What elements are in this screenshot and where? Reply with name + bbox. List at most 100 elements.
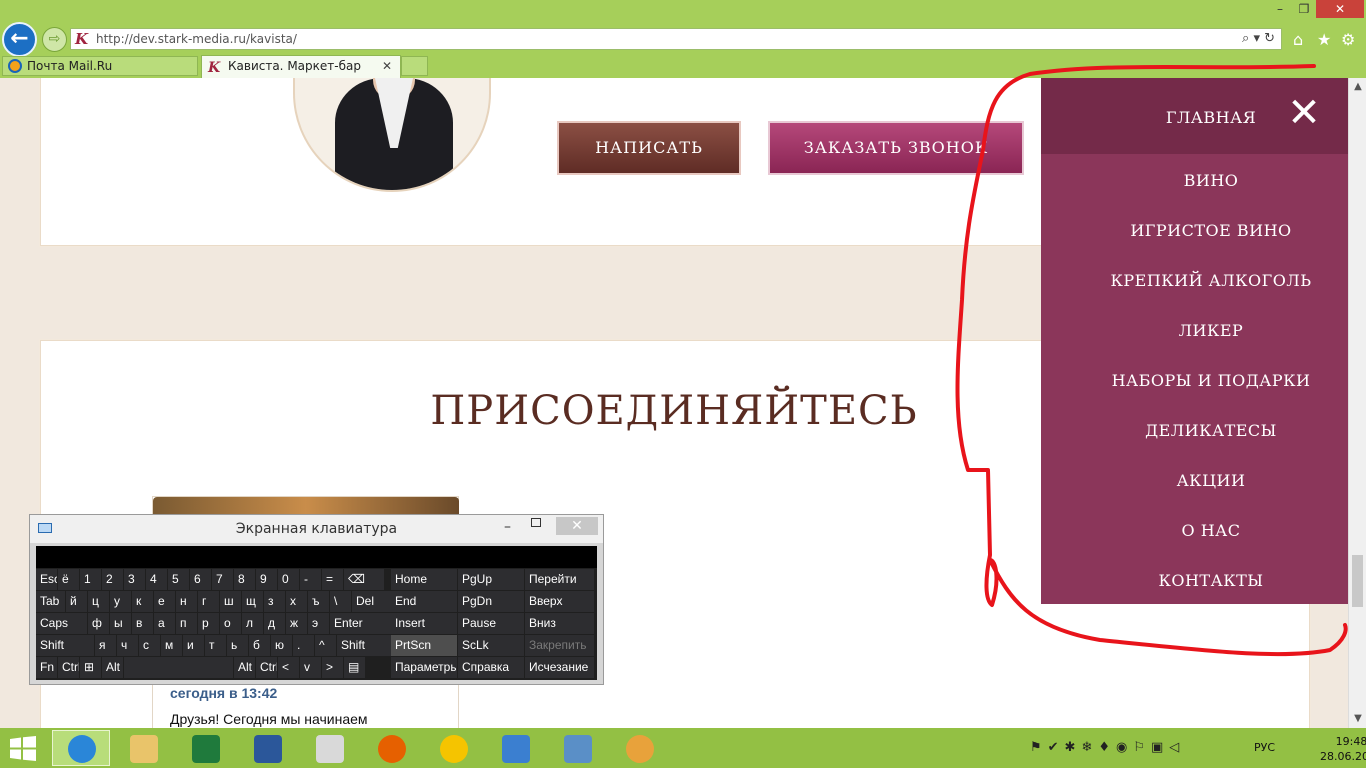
osk-key[interactable] [124,657,233,678]
osk-key[interactable]: Справка [458,657,524,678]
url-text[interactable]: http://dev.stark-media.ru/kavista/ [96,32,297,46]
osk-key[interactable]: ж [286,613,307,634]
osk-key[interactable]: Enter [330,613,400,634]
osk-key[interactable]: ScLk [458,635,524,656]
firefox-icon[interactable] [362,730,420,766]
remote-desktop-icon[interactable] [548,730,606,766]
forward-arrow-icon[interactable]: ⇨ [42,27,67,52]
osk-key[interactable]: с [139,635,160,656]
menu-item-about[interactable]: О НАС [1041,521,1366,540]
calculator-icon[interactable] [300,730,358,766]
osk-key[interactable]: - [300,569,321,590]
back-arrow-icon[interactable]: ← [2,22,37,57]
osk-key[interactable]: \ [330,591,351,612]
address-controls[interactable]: ⌕ ▾ ↻ [1242,31,1275,46]
osk-key[interactable]: Shift [337,635,391,656]
osk-key[interactable]: Вверх [525,591,594,612]
home-icon[interactable]: ⌂ [1293,30,1303,49]
osk-key[interactable]: . [293,635,314,656]
osk-key[interactable]: о [220,613,241,634]
scroll-up-icon[interactable]: ▲ [1349,78,1366,96]
osk-minimize-icon[interactable]: – [504,519,511,535]
osk-key[interactable]: ю [271,635,292,656]
osk-key[interactable]: PgUp [458,569,524,590]
osk-key[interactable]: Del [352,591,392,612]
tools-icon[interactable] [486,730,544,766]
osk-key[interactable]: г [198,591,219,612]
osk-key[interactable]: ^ [315,635,336,656]
osk-key[interactable]: 2 [102,569,123,590]
osk-key[interactable]: Закрепить [525,635,594,656]
osk-key[interactable]: ъ [308,591,329,612]
osk-key[interactable]: Alt [102,657,123,678]
osk-key[interactable]: 6 [190,569,211,590]
osk-key[interactable]: ш [220,591,241,612]
osk-key[interactable]: ч [117,635,138,656]
osk-key[interactable]: у [110,591,131,612]
osk-key[interactable]: Вниз [525,613,594,634]
menu-item-liqueur[interactable]: ЛИКЕР [1041,321,1366,340]
osk-key[interactable]: = [322,569,343,590]
osk-key[interactable]: Esc [36,569,57,590]
ie-taskbar-icon[interactable] [52,730,110,766]
menu-close-icon[interactable]: ✕ [1286,93,1322,133]
osk-key[interactable]: 7 [212,569,233,590]
osk-key[interactable]: п [176,613,197,634]
menu-item-delicacies[interactable]: ДЕЛИКАТЕСЫ [1041,421,1366,440]
osk-key[interactable]: Caps [36,613,87,634]
osk-key[interactable]: ⌫ [344,569,384,590]
menu-item-contacts[interactable]: КОНТАКТЫ [1041,571,1366,590]
osk-key[interactable]: б [249,635,270,656]
osk-key[interactable]: з [264,591,285,612]
post-time[interactable]: сегодня в 13:42 [170,685,277,701]
menu-item-spirits[interactable]: КРЕПКИЙ АЛКОГОЛЬ [1041,271,1366,290]
osk-key[interactable]: р [198,613,219,634]
osk-key[interactable]: м [161,635,182,656]
osk-key[interactable]: Tab [36,591,65,612]
osk-key[interactable]: Pause [458,613,524,634]
osk-key[interactable]: ф [88,613,109,634]
language-indicator[interactable]: РУС [1254,741,1275,754]
osk-key[interactable]: а [154,613,175,634]
osk-key[interactable]: е [154,591,175,612]
word-icon[interactable] [238,730,296,766]
minimize-icon[interactable]: – [1268,0,1292,18]
restore-icon[interactable]: ❐ [1292,0,1316,18]
osk-key[interactable]: v [300,657,321,678]
osk-key[interactable]: ь [227,635,248,656]
osk-key[interactable]: Alt [234,657,255,678]
osk-key[interactable]: Исчезание [525,657,594,678]
scroll-thumb[interactable] [1352,555,1363,607]
tab-close-icon[interactable]: ✕ [382,56,392,77]
tab-mail[interactable]: Почта Mail.Ru [2,56,198,76]
1c-icon[interactable] [424,730,482,766]
osk-close-icon[interactable]: ✕ [556,517,598,535]
osk-key[interactable]: ▤ [344,657,365,678]
system-tray-icons[interactable]: ⚑✔✱❄♦◉⚐▣◁ [1030,740,1185,755]
osk-key[interactable]: Ctrl [256,657,277,678]
taskbar-clock[interactable]: 19:48 28.06.2017 [1320,734,1366,764]
file-explorer-icon[interactable] [114,730,172,766]
menu-item-wine[interactable]: ВИНО [1041,171,1366,190]
osk-key[interactable]: Fn [36,657,57,678]
osk-key[interactable]: ё [58,569,79,590]
osk-key[interactable]: н [176,591,197,612]
osk-key[interactable]: х [286,591,307,612]
osk-key[interactable]: PgDn [458,591,524,612]
osk-key[interactable]: и [183,635,204,656]
osk-key[interactable]: т [205,635,226,656]
menu-item-gifts[interactable]: НАБОРЫ И ПОДАРКИ [1041,371,1366,390]
osk-key[interactable]: 5 [168,569,189,590]
windows-start-icon[interactable] [8,736,38,761]
excel-icon[interactable] [176,730,234,766]
osk-key[interactable]: > [322,657,343,678]
osk-key[interactable]: д [264,613,285,634]
vertical-scrollbar[interactable]: ▲ ▼ [1348,78,1366,728]
osk-key[interactable]: End [391,591,457,612]
write-button[interactable]: НАПИСАТЬ [557,121,741,175]
osk-key[interactable]: щ [242,591,263,612]
osk-key[interactable]: < [278,657,299,678]
scroll-down-icon[interactable]: ▼ [1349,710,1366,728]
osk-maximize-icon[interactable] [531,518,541,527]
menu-item-promos[interactable]: АКЦИИ [1041,471,1366,490]
